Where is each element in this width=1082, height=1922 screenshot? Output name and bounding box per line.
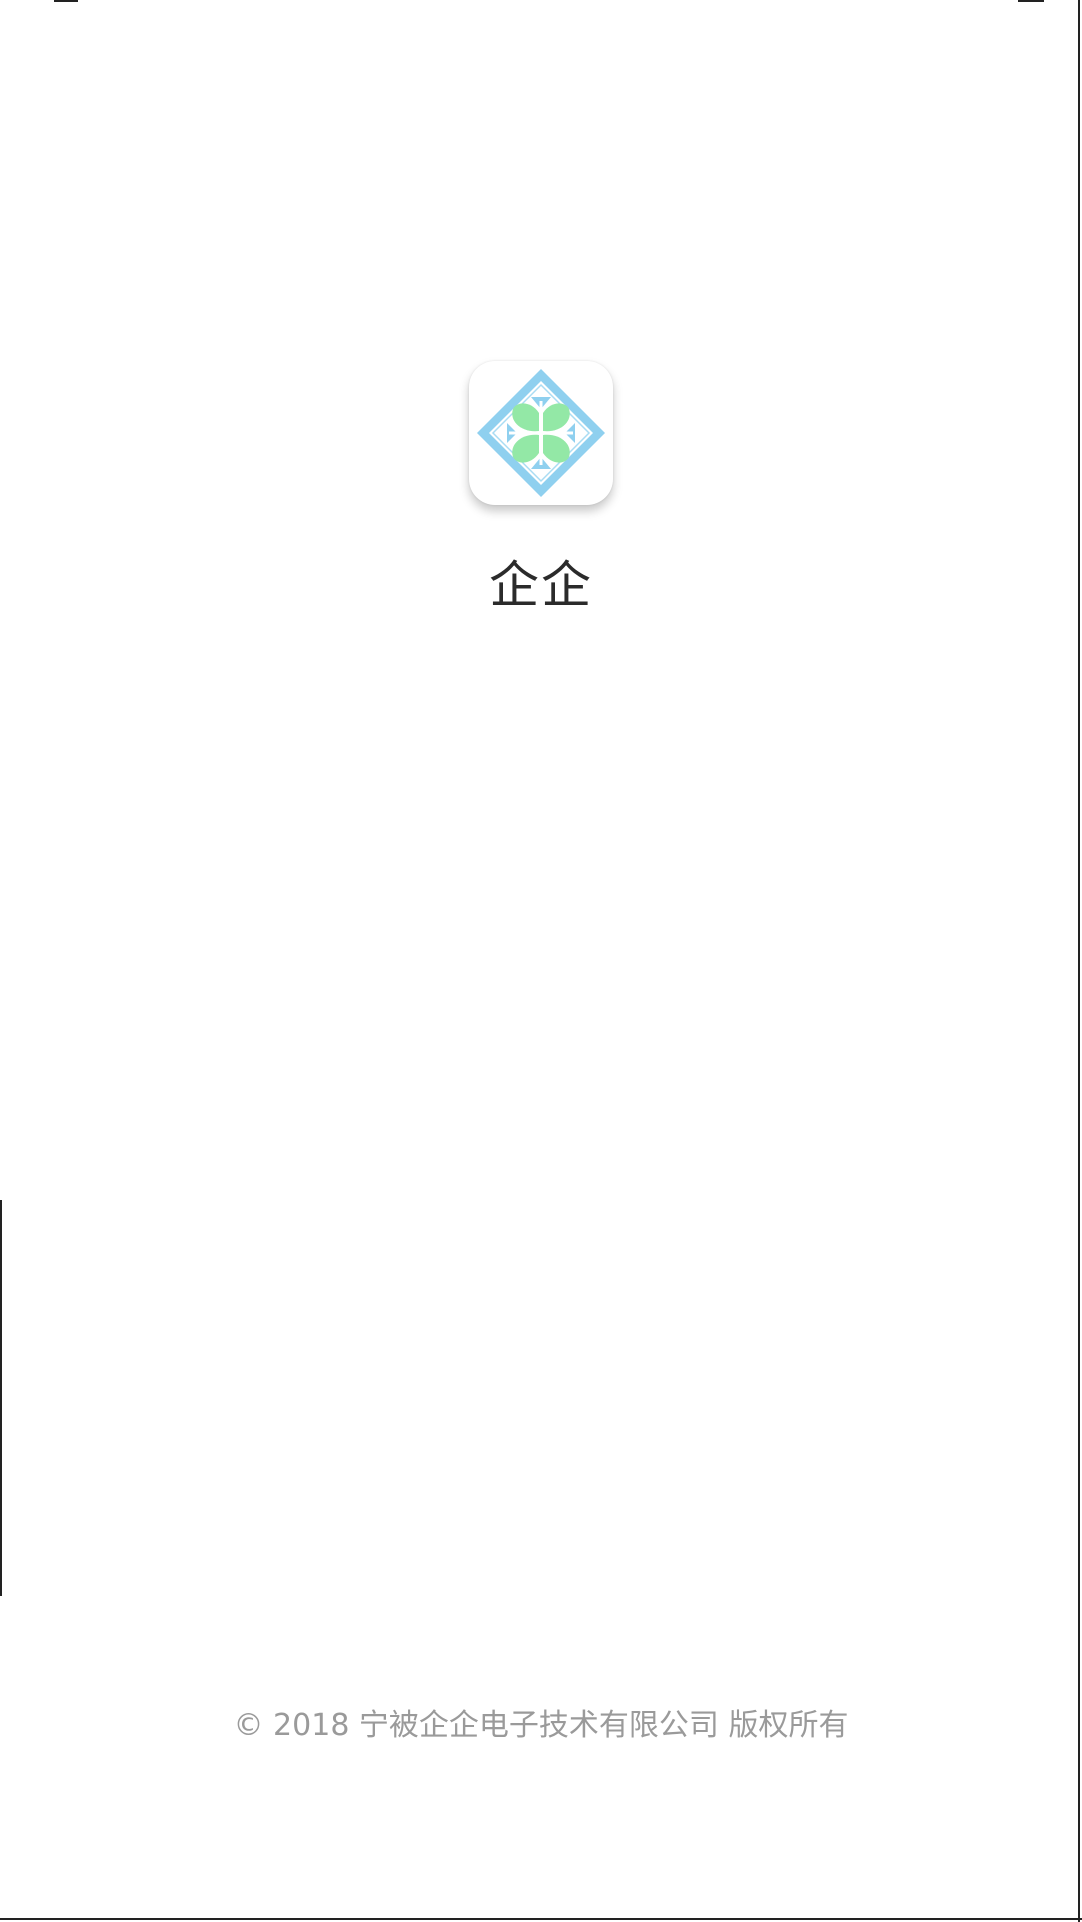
logo-graphic: [477, 369, 605, 497]
clover-diamond-logo-icon: [469, 361, 613, 505]
logo-divider-horizontal: [509, 431, 573, 435]
app-name: 企企: [489, 556, 593, 614]
splash-screen: 企企 © 2018 宁被企企电子技术有限公司 版权所有: [0, 0, 1082, 1922]
screen-edge-line: [1078, 0, 1080, 1922]
copyright-notice: © 2018 宁被企企电子技术有限公司 版权所有: [233, 1708, 849, 1743]
screen-edge-mark: [54, 0, 78, 2]
screen-edge-mark: [1018, 0, 1044, 2]
screen-edge-line: [0, 1918, 1082, 1920]
screen-edge-line: [0, 1200, 2, 1596]
